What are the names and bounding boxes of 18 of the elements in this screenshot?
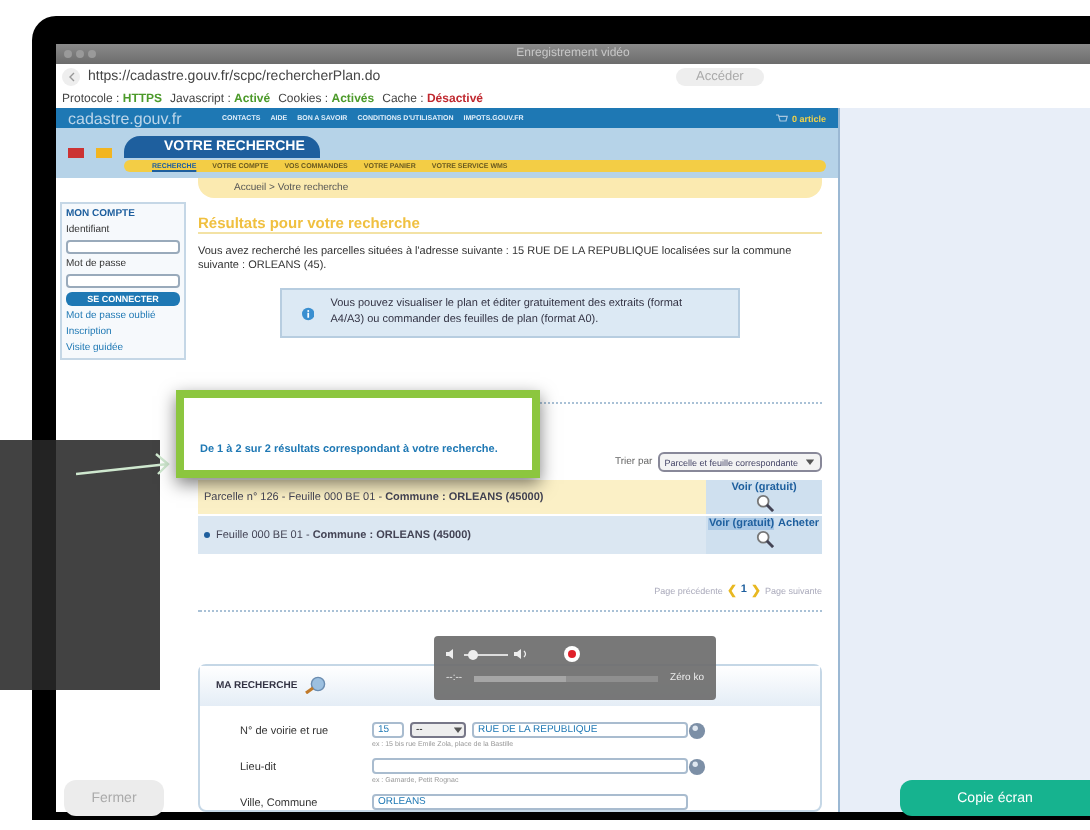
magnifier-icon — [755, 494, 773, 512]
input-field[interactable] — [66, 273, 180, 288]
site-logo[interactable]: cadastre.gouv.fr — [68, 109, 212, 128]
help-icon[interactable] — [688, 758, 706, 776]
volume-thumb[interactable] — [468, 649, 479, 659]
magnifier-icon — [755, 530, 773, 548]
back-icon — [67, 72, 75, 82]
pointer-arrow — [76, 450, 172, 478]
cart-icon — [775, 113, 788, 124]
help-icon[interactable] — [688, 722, 706, 740]
speaker-icon — [446, 648, 458, 660]
search-icon — [303, 676, 326, 694]
input-field[interactable] — [66, 239, 180, 254]
input-field[interactable] — [372, 758, 688, 774]
info-icon — [302, 303, 315, 324]
back-button[interactable] — [62, 68, 80, 86]
speaker-icon — [514, 648, 530, 660]
record-button[interactable] — [564, 646, 580, 662]
